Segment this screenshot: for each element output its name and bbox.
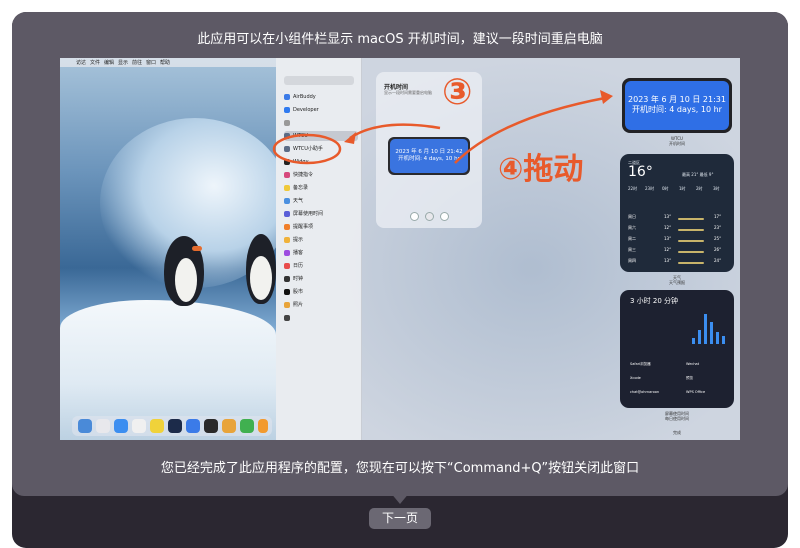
next-page-button[interactable]: 下一页 [369, 508, 431, 529]
panel-pointer [390, 492, 410, 504]
step3-label: ③ [442, 72, 473, 113]
highlight-circle [272, 133, 342, 165]
page-heading: 此应用可以在小组件栏显示 macOS 开机时间，建议一段时间重启电脑 [197, 32, 603, 47]
arrow-step3 [349, 123, 441, 140]
content-panel: 此应用可以在小组件栏显示 macOS 开机时间，建议一段时间重启电脑 访达 文件… [12, 12, 788, 496]
annotation-arrows [272, 90, 613, 165]
footer-text: 您已经完成了此应用程序的配置，您现在可以按下“Command+Q”按钮关闭此窗口 [160, 461, 640, 476]
setup-window: 此应用可以在小组件栏显示 macOS 开机时间，建议一段时间重启电脑 访达 文件… [12, 12, 788, 548]
step4-label: ④拖动 [498, 152, 584, 187]
